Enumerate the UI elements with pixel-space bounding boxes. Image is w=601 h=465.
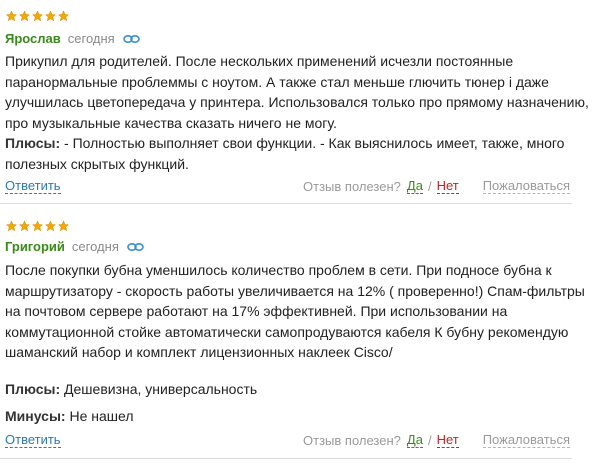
helpful-yes-link[interactable]: Да: [406, 179, 423, 194]
review-meta: Ярослав сегодня: [5, 31, 140, 46]
pros-text: - Полностью выполняет свои функции. - Ка…: [5, 135, 565, 172]
author-name[interactable]: Ярослав: [5, 31, 61, 46]
star-icon: [57, 10, 70, 22]
complain-link[interactable]: Пожаловаться: [482, 179, 570, 194]
helpful-no-link[interactable]: Нет: [436, 433, 459, 448]
star-icon: [31, 10, 44, 22]
star-icon: [44, 10, 57, 22]
helpful-yes-link[interactable]: Да: [406, 433, 423, 448]
separator: /: [427, 179, 432, 194]
review-card: Ярослав сегодня Прикупил для родителей. …: [0, 0, 601, 205]
star-icon: [44, 220, 57, 232]
link-icon[interactable]: [122, 34, 140, 44]
reply-link[interactable]: Ответить: [5, 433, 61, 448]
cons-label: Минусы:: [5, 408, 66, 424]
author-name[interactable]: Григорий: [5, 239, 65, 254]
star-icon: [18, 10, 31, 22]
review-meta: Григорий сегодня: [5, 239, 144, 254]
divider: [0, 458, 572, 459]
rating-stars: [5, 10, 70, 22]
divider: [0, 203, 572, 204]
review-actions: Ответить Отзыв полезен? Да / Нет Пожалов…: [5, 433, 570, 448]
star-icon: [31, 220, 44, 232]
helpful-label: Отзыв полезен?: [303, 179, 401, 194]
helpful-no-link[interactable]: Нет: [436, 179, 459, 194]
complain-link[interactable]: Пожаловаться: [482, 433, 570, 448]
star-icon: [18, 220, 31, 232]
review-actions: Ответить Отзыв полезен? Да / Нет Пожалов…: [5, 179, 570, 194]
review-body: После покупки бубна уменшилось количеств…: [5, 262, 585, 360]
review-date: сегодня: [67, 31, 115, 46]
pros-text: Дешевизна, универсальность: [60, 381, 258, 397]
star-icon: [5, 220, 18, 232]
review-body: Прикупил для родителей. После нескольких…: [5, 53, 589, 131]
reply-link[interactable]: Ответить: [5, 179, 61, 194]
rating-stars: [5, 220, 70, 232]
separator: /: [427, 433, 432, 448]
review-date: сегодня: [71, 239, 119, 254]
pros-label: Плюсы:: [5, 135, 61, 151]
review-pros: Плюсы: Дешевизна, универсальность: [5, 379, 597, 400]
star-icon: [57, 220, 70, 232]
review-pros: Плюсы: - Полностью выполняет свои функци…: [5, 133, 597, 174]
review-cons: Минусы: Не нашел: [5, 406, 597, 427]
helpful-label: Отзыв полезен?: [303, 433, 401, 448]
link-icon[interactable]: [127, 242, 144, 252]
cons-text: Не нашел: [65, 408, 134, 424]
star-icon: [5, 10, 18, 22]
pros-label: Плюсы:: [5, 381, 61, 397]
